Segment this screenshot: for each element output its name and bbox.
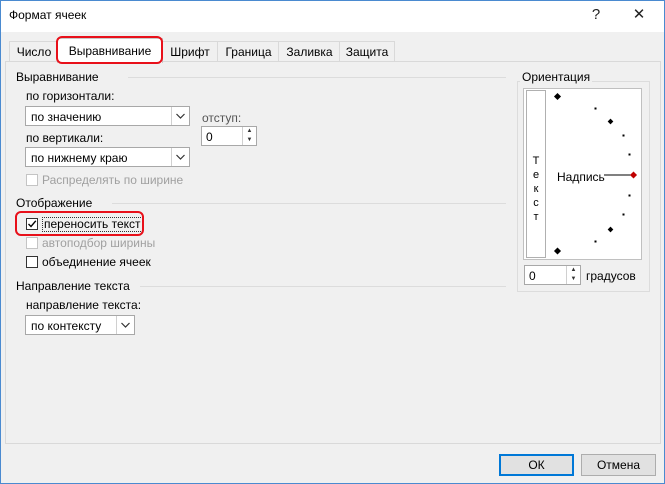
vertical-label: по вертикали: bbox=[26, 131, 104, 145]
indent-value: 0 bbox=[206, 130, 213, 144]
direction-divider bbox=[140, 286, 506, 287]
shrink-to-fit-checkbox[interactable] bbox=[26, 237, 38, 249]
vertical-text-char: т bbox=[533, 211, 539, 223]
degrees-label: градусов bbox=[586, 269, 636, 283]
wrap-text-checkbox[interactable] bbox=[26, 218, 38, 230]
orientation-dot bbox=[628, 153, 631, 156]
spin-down-icon[interactable]: ▼ bbox=[243, 136, 256, 145]
direction-value: по контексту bbox=[31, 319, 102, 333]
vertical-text-char: к bbox=[533, 183, 539, 195]
vertical-text-box[interactable]: Т е к с т bbox=[526, 90, 546, 258]
orientation-marker-90 bbox=[553, 92, 562, 101]
degrees-spinner[interactable]: 0 ▲ ▼ bbox=[524, 265, 581, 285]
chevron-down-icon bbox=[171, 148, 189, 166]
chevron-down-icon bbox=[171, 107, 189, 125]
orientation-marker bbox=[607, 118, 614, 125]
tab-fill[interactable]: Заливка bbox=[278, 41, 341, 62]
vertical-value: по нижнему краю bbox=[31, 151, 128, 165]
orientation-dot bbox=[594, 107, 597, 110]
alignment-group-title: Выравнивание bbox=[16, 70, 99, 84]
direction-group-title: Направление текста bbox=[16, 279, 130, 293]
horizontal-select[interactable]: по значению bbox=[25, 106, 190, 126]
orientation-pointer-marker[interactable] bbox=[629, 171, 638, 179]
alignment-divider bbox=[128, 77, 506, 78]
vertical-text-char: е bbox=[532, 169, 540, 181]
merge-cells-checkbox[interactable] bbox=[26, 256, 38, 268]
vertical-text-char: с bbox=[533, 197, 539, 209]
orientation-group-title: Ориентация bbox=[520, 70, 593, 84]
tab-font[interactable]: Шрифт bbox=[161, 41, 219, 62]
tab-protection[interactable]: Защита bbox=[339, 41, 395, 62]
title-bar bbox=[0, 0, 665, 32]
orientation-dot bbox=[622, 134, 625, 137]
spin-up-icon[interactable]: ▲ bbox=[243, 127, 256, 136]
tab-border[interactable]: Граница bbox=[217, 41, 280, 62]
orientation-marker-minus-90 bbox=[553, 247, 562, 255]
spin-up-icon[interactable]: ▲ bbox=[567, 266, 580, 275]
distribute-checkbox[interactable] bbox=[26, 174, 38, 186]
horizontal-value: по значению bbox=[31, 110, 102, 124]
close-icon[interactable]: ✕ bbox=[625, 4, 653, 26]
orientation-caption: Надпись bbox=[557, 170, 605, 184]
orientation-dot bbox=[628, 194, 631, 197]
tab-number[interactable]: Число bbox=[9, 41, 59, 62]
spin-down-icon[interactable]: ▼ bbox=[567, 275, 580, 284]
wrap-text-label: переносить текст bbox=[42, 217, 143, 232]
orientation-dot bbox=[594, 240, 597, 243]
tab-alignment[interactable]: Выравнивание bbox=[57, 38, 163, 63]
display-group-title: Отображение bbox=[16, 196, 93, 210]
distribute-label: Распределять по ширине bbox=[42, 173, 184, 187]
indent-spinner[interactable]: 0 ▲ ▼ bbox=[201, 126, 257, 146]
horizontal-label: по горизонтали: bbox=[26, 89, 115, 103]
merge-cells-label: объединение ячеек bbox=[42, 255, 151, 269]
shrink-to-fit-label: автоподбор ширины bbox=[42, 236, 156, 250]
vertical-text-char: Т bbox=[532, 155, 540, 167]
direction-select[interactable]: по контексту bbox=[25, 315, 135, 335]
chevron-down-icon bbox=[116, 316, 134, 334]
window-title: Формат ячеек bbox=[9, 8, 87, 22]
orientation-marker bbox=[607, 226, 614, 233]
help-button[interactable]: ? bbox=[582, 4, 610, 26]
vertical-select[interactable]: по нижнему краю bbox=[25, 147, 190, 167]
indent-label: отступ: bbox=[202, 111, 242, 125]
cancel-button[interactable]: Отмена bbox=[581, 454, 656, 476]
checkmark-icon bbox=[28, 220, 37, 228]
direction-label: направление текста: bbox=[26, 298, 142, 312]
display-divider bbox=[112, 203, 506, 204]
degrees-value: 0 bbox=[529, 269, 536, 283]
ok-button[interactable]: ОК bbox=[499, 454, 574, 476]
orientation-dot bbox=[622, 213, 625, 216]
